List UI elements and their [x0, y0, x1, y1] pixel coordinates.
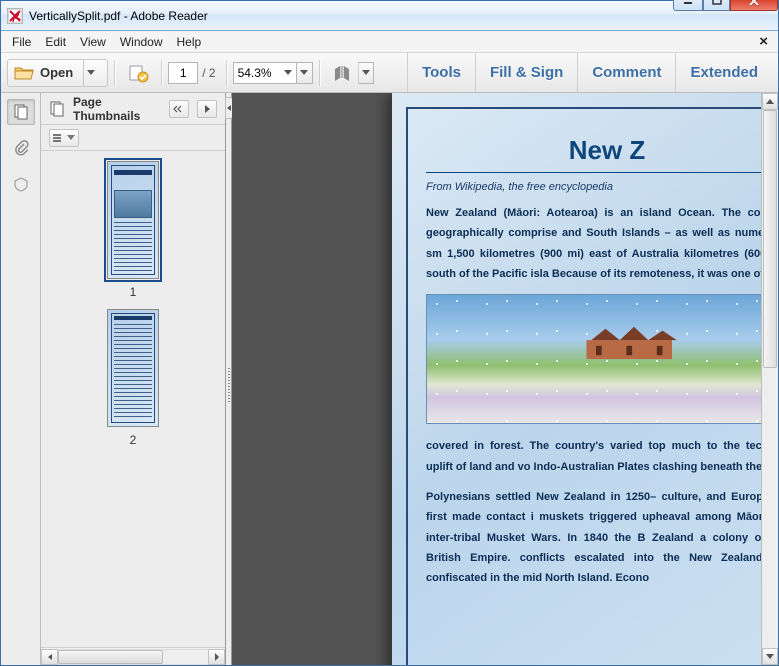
scroll-down-button[interactable]	[762, 648, 778, 665]
thumbnail-label: 2	[130, 433, 137, 447]
scroll-thumb[interactable]	[58, 650, 163, 664]
convert-icon	[127, 62, 149, 84]
toolbar-divider	[161, 60, 162, 86]
chevron-down-icon	[284, 70, 292, 75]
thumbnail-item[interactable]: 2	[107, 309, 159, 447]
attachments-tab[interactable]	[7, 135, 35, 161]
building-illustration	[535, 323, 733, 361]
scroll-left-button[interactable]	[41, 649, 58, 665]
tools-button[interactable]: Tools	[407, 53, 475, 92]
close-button[interactable]	[730, 0, 778, 11]
menu-edit[interactable]: Edit	[38, 33, 73, 51]
page-total-label: / 2	[202, 66, 215, 80]
page-thumbnails-tab[interactable]	[7, 99, 35, 125]
vertical-scrollbar[interactable]	[761, 93, 778, 665]
menu-help[interactable]: Help	[170, 33, 209, 51]
thumbnails-panel: Page Thumbnails 1	[41, 93, 226, 665]
thumbnails-title: Page Thumbnails	[73, 95, 161, 123]
convert-pdf-button[interactable]	[121, 59, 155, 87]
window-controls	[673, 0, 778, 11]
thumbnails-collapse-button[interactable]	[169, 100, 189, 118]
thumbnails-options-button[interactable]	[49, 129, 79, 147]
signatures-tab[interactable]	[7, 171, 35, 197]
window-title: VerticallySplit.pdf - Adobe Reader	[29, 9, 673, 23]
thumbnails-list[interactable]: 1 2	[41, 151, 225, 647]
thumbnails-close-button[interactable]	[197, 100, 217, 118]
document-title: New Z	[426, 135, 778, 166]
document-page: New Z From Wikipedia, the free encyclope…	[392, 93, 778, 665]
maximize-button[interactable]	[703, 0, 730, 11]
minimize-button[interactable]	[673, 0, 703, 11]
thumbnails-toolbar	[41, 125, 225, 151]
extended-button[interactable]: Extended	[675, 53, 772, 92]
title-bar: VerticallySplit.pdf - Adobe Reader	[1, 1, 778, 31]
fill-sign-button[interactable]: Fill & Sign	[475, 53, 577, 92]
toolbar-divider	[114, 60, 115, 86]
right-tools-group: Tools Fill & Sign Comment Extended	[407, 53, 772, 92]
menu-bar: File Edit View Window Help ×	[1, 31, 778, 53]
thumbnail-label: 1	[130, 285, 137, 299]
scroll-thumb[interactable]	[763, 110, 777, 368]
navigation-icon-strip	[1, 93, 41, 665]
page-thumbnails-icon	[49, 101, 65, 117]
content-area: Page Thumbnails 1	[1, 93, 778, 665]
adobe-reader-icon	[7, 8, 23, 24]
close-document-button[interactable]: ×	[753, 33, 774, 50]
toolbar-divider	[319, 60, 320, 86]
scroll-right-button[interactable]	[208, 649, 225, 665]
document-paragraph: New Zealand (Māori: Aotearoa) is an isla…	[426, 203, 778, 284]
zoom-dropdown-button[interactable]	[297, 62, 313, 84]
open-dropdown[interactable]	[83, 59, 97, 87]
page-number-input[interactable]	[168, 62, 198, 84]
thumbnail-item[interactable]: 1	[107, 161, 159, 299]
document-subtitle: From Wikipedia, the free encyclopedia	[426, 181, 778, 193]
toolbar-divider	[226, 60, 227, 86]
toolbar: Open / 2 54.3%	[1, 53, 778, 93]
document-view[interactable]: Evaluation Warning : The document was cr…	[232, 93, 778, 665]
open-label: Open	[40, 65, 73, 80]
scroll-up-button[interactable]	[762, 93, 778, 110]
read-mode-button[interactable]	[326, 59, 358, 87]
title-rule	[426, 172, 778, 173]
page-content: New Z From Wikipedia, the free encyclope…	[406, 107, 778, 665]
open-button[interactable]: Open	[7, 59, 108, 87]
thumbnails-horizontal-scrollbar[interactable]	[41, 647, 225, 665]
thumbnail-page-2[interactable]	[107, 309, 159, 427]
document-paragraph: Polynesians settled New Zealand in 1250–…	[426, 487, 778, 589]
thumbnails-header: Page Thumbnails	[41, 93, 225, 125]
thumbnail-page-1[interactable]	[107, 161, 159, 279]
document-image	[426, 294, 778, 424]
app-window: VerticallySplit.pdf - Adobe Reader File …	[0, 0, 779, 666]
scroll-track[interactable]	[762, 110, 778, 648]
menu-view[interactable]: View	[73, 33, 113, 51]
menu-window[interactable]: Window	[113, 33, 170, 51]
document-paragraph: covered in forest. The country's varied …	[426, 436, 778, 477]
zoom-value-text: 54.3%	[238, 66, 272, 80]
folder-open-icon	[14, 65, 34, 81]
scroll-track[interactable]	[58, 649, 208, 665]
menu-file[interactable]: File	[5, 33, 38, 51]
zoom-value[interactable]: 54.3%	[233, 62, 297, 84]
read-mode-dropdown[interactable]	[358, 62, 374, 84]
comment-button[interactable]: Comment	[577, 53, 675, 92]
